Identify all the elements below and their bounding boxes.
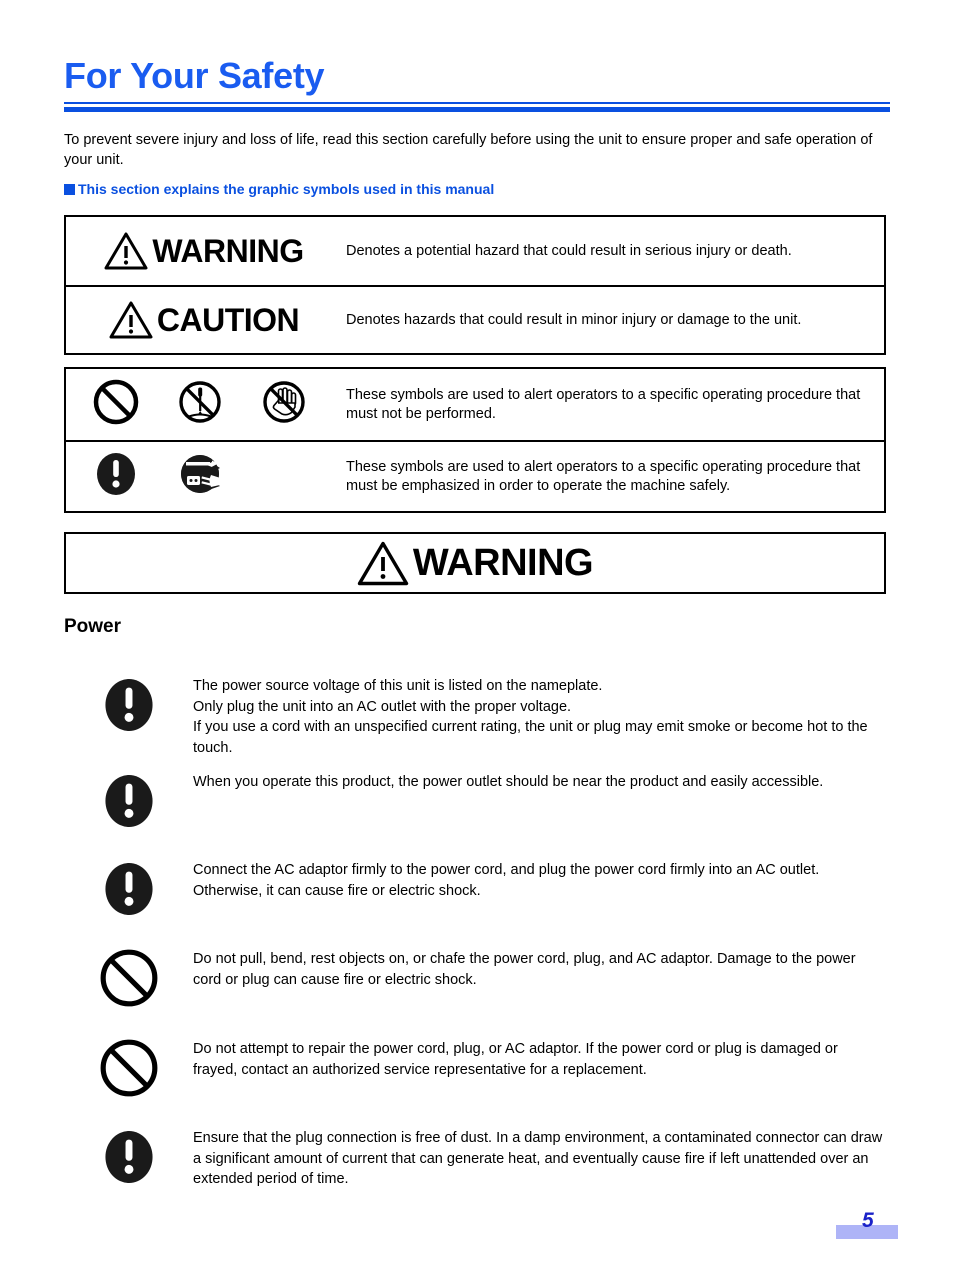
caution-label: CAUTION: [156, 302, 300, 338]
mandatory-symbols-description: These symbols are used to alert operator…: [346, 458, 861, 494]
list-item: Do not pull, bend, rest objects on, or c…: [64, 941, 890, 1031]
item-line: Otherwise, it can cause fire or electric…: [193, 882, 481, 899]
item-icon-cell: [64, 852, 193, 925]
table-row-warning: WARNING Denotes a potential hazard that …: [66, 217, 884, 285]
symbols-legend-table: These symbols are used to alert operator…: [64, 367, 886, 513]
item-icon-cell: [64, 668, 193, 741]
item-text: Connect the AC adaptor firmly to the pow…: [193, 852, 890, 901]
item-icon-cell: [64, 1031, 193, 1104]
title-rule-thin: [64, 102, 890, 104]
document-page: For Your Safety To prevent severe injury…: [0, 0, 954, 1274]
prohibition-circle-icon: [98, 947, 160, 1014]
item-line: Connect the AC adaptor firmly to the pow…: [193, 862, 820, 878]
item-line: When you operate this product, the power…: [193, 774, 824, 790]
item-text: Ensure that the plug connection is free …: [193, 1120, 890, 1190]
no-touch-hand-icon: [260, 378, 308, 431]
item-line: Do not attempt to repair the power cord,…: [193, 1041, 838, 1078]
square-bullet-icon: [64, 183, 75, 195]
item-icon-cell: [64, 764, 193, 837]
list-item: The power source voltage of this unit is…: [64, 668, 890, 764]
prohibited-symbols-description: These symbols are used to alert operator…: [346, 386, 861, 422]
section-note: This section explains the graphic symbol…: [64, 181, 494, 197]
title-rule-thick: [64, 107, 890, 112]
mandatory-exclamation-icon: [99, 858, 159, 925]
mandatory-exclamation-icon: [99, 674, 159, 741]
prohibition-circle-icon: [92, 378, 140, 431]
section-note-label: This section explains the graphic symbol…: [78, 181, 495, 197]
list-item: Ensure that the plug connection is free …: [64, 1120, 890, 1210]
unplug-power-icon: [176, 450, 228, 503]
item-line: The power source voltage of this unit is…: [193, 678, 603, 694]
list-item: When you operate this product, the power…: [64, 764, 890, 852]
item-line: Ensure that the plug connection is free …: [193, 1130, 883, 1187]
mandatory-exclamation-icon: [99, 770, 159, 837]
warning-banner-label: WARNING: [412, 542, 594, 584]
item-line: Only plug the unit into an AC outlet wit…: [193, 698, 572, 715]
mandatory-exclamation-icon: [92, 449, 140, 504]
mandatory-symbols-cell: [66, 449, 342, 504]
item-icon-cell: [64, 941, 193, 1014]
item-text: Do not attempt to repair the power cord,…: [193, 1031, 890, 1080]
prohibited-symbols-cell: [66, 378, 342, 431]
item-text: Do not pull, bend, rest objects on, or c…: [193, 941, 890, 990]
no-disassembly-icon: [176, 378, 224, 431]
item-text: When you operate this product, the power…: [193, 764, 890, 793]
mandatory-exclamation-icon: [99, 1126, 159, 1193]
warning-banner: WARNING: [64, 532, 886, 594]
table-row-prohibited-symbols: These symbols are used to alert operator…: [66, 369, 884, 440]
item-line: If you use a cord with an unspecified cu…: [193, 719, 868, 756]
caution-lockup-cell: CAUTION: [66, 301, 342, 339]
warning-triangle-icon: [109, 301, 153, 339]
page-number: 5: [862, 1209, 874, 1232]
page-title: For Your Safety: [64, 55, 325, 96]
warning-triangle-icon: [104, 232, 148, 270]
warning-description: Denotes a potential hazard that could re…: [346, 242, 792, 259]
power-items-list: The power source voltage of this unit is…: [64, 668, 890, 1210]
list-item: Do not attempt to repair the power cord,…: [64, 1031, 890, 1120]
item-text: The power source voltage of this unit is…: [193, 668, 890, 758]
table-row-caution: CAUTION Denotes hazards that could resul…: [66, 285, 884, 353]
power-section-heading: Power: [64, 616, 122, 637]
caution-description: Denotes hazards that could result in min…: [346, 311, 802, 328]
table-row-mandatory-symbols: These symbols are used to alert operator…: [66, 440, 884, 511]
warning-caution-table: WARNING Denotes a potential hazard that …: [64, 215, 886, 355]
warning-lockup-cell: WARNING: [66, 232, 342, 270]
warning-label: WARNING: [152, 233, 304, 269]
list-item: Connect the AC adaptor firmly to the pow…: [64, 852, 890, 941]
item-line: Do not pull, bend, rest objects on, or c…: [193, 951, 856, 988]
prohibition-circle-icon: [98, 1037, 160, 1104]
warning-triangle-icon: [357, 541, 409, 586]
item-icon-cell: [64, 1120, 193, 1193]
intro-paragraph: To prevent severe injury and loss of lif…: [64, 132, 873, 168]
